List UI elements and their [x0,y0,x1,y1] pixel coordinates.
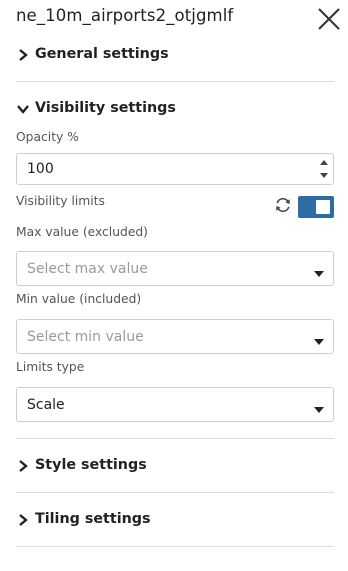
close-icon [318,8,340,30]
visibility-limits-toggle[interactable] [298,196,334,218]
caret-down-icon [313,264,325,277]
chevron-right-icon [16,512,30,526]
limits-type-value: Scale [27,397,65,413]
min-value-select[interactable]: Select min value [16,319,334,354]
chevron-right-icon [16,47,30,61]
divider [16,546,334,547]
max-value-label: Max value (excluded) [16,225,148,239]
section-style-settings[interactable]: Style settings [16,454,147,476]
opacity-value: 100 [27,161,54,177]
min-value-label: Min value (included) [16,292,142,306]
min-value-placeholder: Select min value [27,329,144,345]
section-label: Visibility settings [35,100,176,116]
chevron-right-icon [16,458,30,472]
section-visibility-settings[interactable]: Visibility settings [16,97,176,119]
section-label: Tiling settings [35,511,151,527]
section-label: Style settings [35,457,147,473]
section-general-settings[interactable]: General settings [16,43,169,65]
divider [16,492,334,493]
section-tiling-settings[interactable]: Tiling settings [16,508,151,530]
max-value-select[interactable]: Select max value [16,251,334,286]
divider [16,81,334,82]
section-label: General settings [35,46,169,62]
opacity-label: Opacity % [16,130,79,144]
opacity-input[interactable]: 100 [16,153,334,185]
panel-title: ne_10m_airports2_otjgmlf [16,6,234,25]
toggle-knob [316,200,330,214]
refresh-icon [276,197,290,213]
caret-down-icon [313,400,325,413]
chevron-down-icon [16,101,30,115]
refresh-button[interactable] [273,195,293,215]
visibility-limits-label: Visibility limits [16,194,105,208]
limits-type-label: Limits type [16,360,85,374]
caret-down-icon [313,332,325,345]
close-button[interactable] [316,6,342,32]
max-value-placeholder: Select max value [27,261,148,277]
limits-type-select[interactable]: Scale [16,387,334,422]
divider [16,438,334,439]
number-spinner[interactable] [319,157,329,181]
